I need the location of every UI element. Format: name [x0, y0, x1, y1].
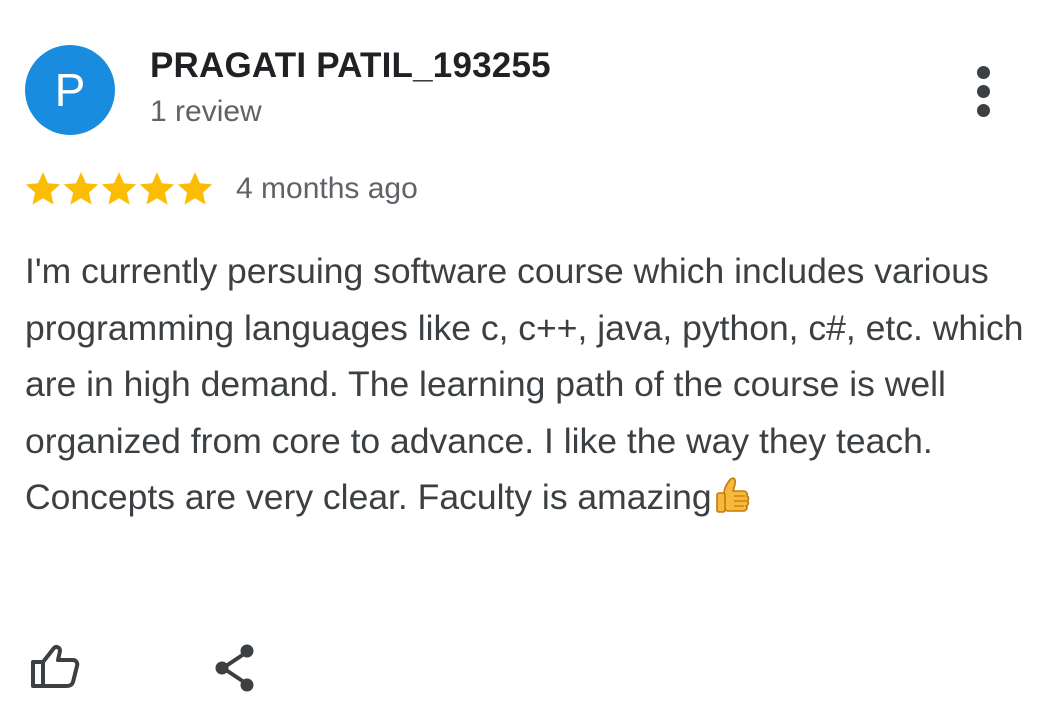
- review-body: I'm currently persuing software course w…: [25, 251, 1024, 517]
- star-icon: [63, 172, 99, 205]
- star-rating: [24, 170, 214, 208]
- more-options-button[interactable]: [962, 62, 1006, 122]
- star-icon: [177, 172, 213, 205]
- thumbs-up-emoji-icon: [714, 475, 752, 519]
- review-date: 4 months ago: [236, 172, 418, 205]
- rating-row: 4 months ago: [24, 167, 418, 211]
- review-actions: [25, 640, 325, 700]
- star-icon: [25, 172, 61, 205]
- author-name[interactable]: PRAGATI PATIL_193255: [150, 46, 551, 86]
- share-button[interactable]: [211, 640, 259, 696]
- helpful-button[interactable]: [29, 640, 81, 692]
- review-text: I'm currently persuing software course w…: [25, 243, 1025, 526]
- star-icon: [101, 172, 137, 205]
- thumbs-up-outline-icon: [31, 645, 80, 688]
- star-icon: [139, 172, 175, 205]
- author-review-count: 1 review: [150, 95, 262, 128]
- avatar[interactable]: P: [25, 45, 115, 135]
- review-card: P PRAGATI PATIL_193255 1 review 4 months…: [0, 0, 1037, 715]
- share-icon: [215, 644, 254, 692]
